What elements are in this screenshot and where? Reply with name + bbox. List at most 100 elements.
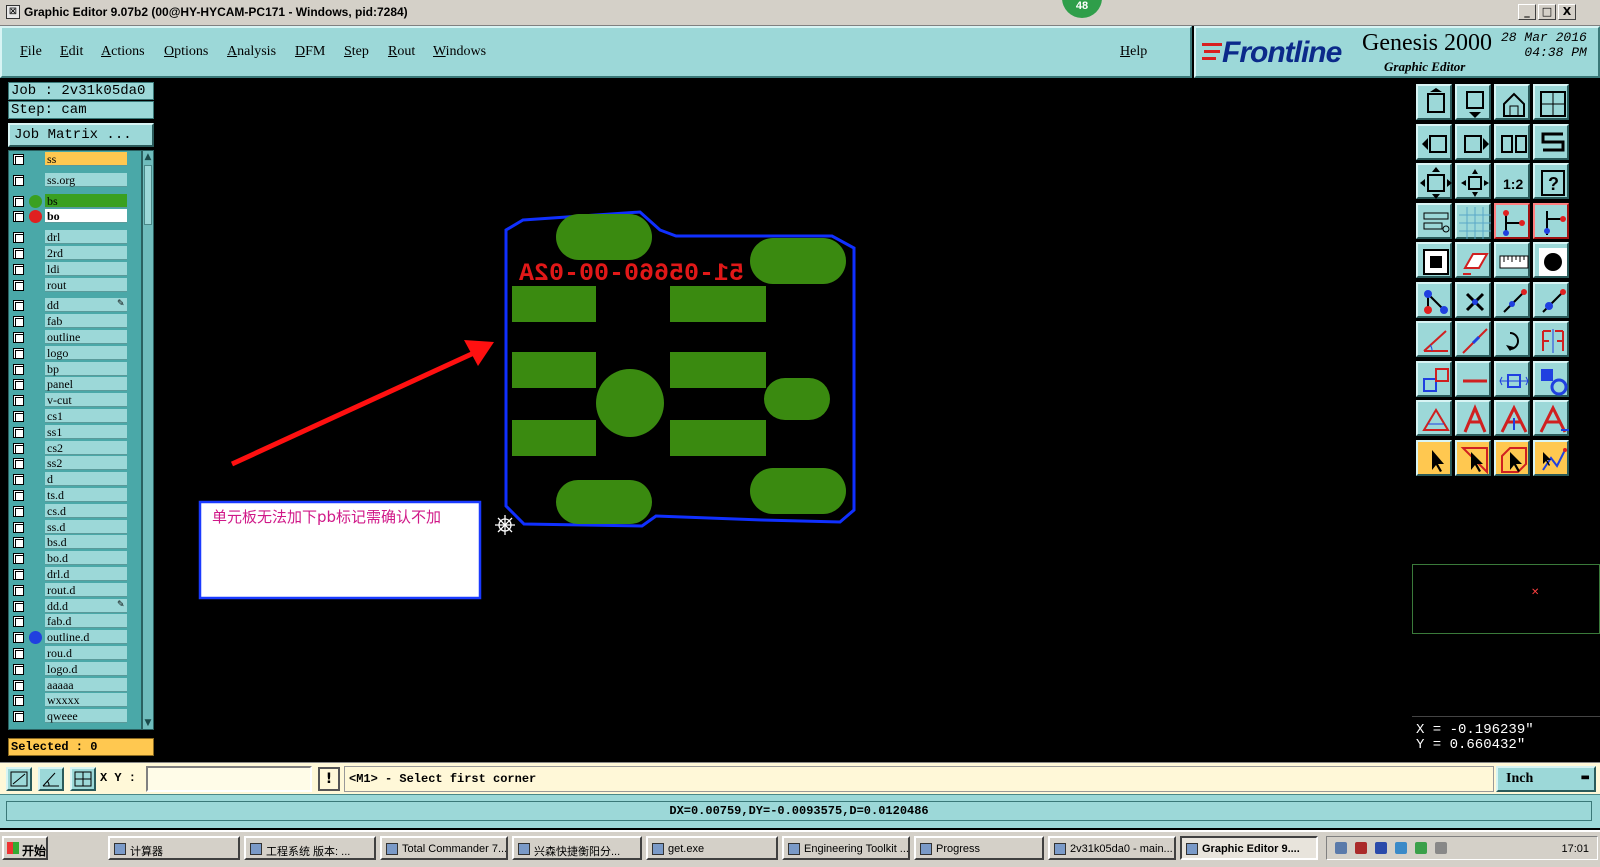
- layer-checkbox[interactable]: [13, 648, 24, 659]
- layer-name[interactable]: outline.d: [45, 630, 127, 645]
- layer-checkbox[interactable]: [13, 458, 24, 470]
- layer-row[interactable]: ss1: [9, 424, 143, 440]
- layer-row[interactable]: panel: [9, 377, 143, 392]
- layer-checkbox[interactable]: [13, 490, 24, 501]
- net-red-icon[interactable]: [1533, 202, 1569, 239]
- menu-rout[interactable]: Rout: [388, 44, 415, 60]
- undo-arc-icon[interactable]: [1494, 321, 1530, 357]
- layer-checkbox[interactable]: [13, 379, 24, 391]
- layer-name[interactable]: ss.d: [45, 519, 127, 534]
- layer-row[interactable]: dd ✎: [9, 298, 143, 313]
- units-selector[interactable]: Inch ▬: [1496, 766, 1596, 792]
- layer-checkbox[interactable]: [13, 442, 24, 454]
- zoom-fit-icon[interactable]: [1494, 123, 1530, 160]
- zoom-box-icon[interactable]: [6, 767, 32, 791]
- layer-checkbox[interactable]: [13, 695, 24, 707]
- layer-row[interactable]: cs1: [9, 409, 143, 424]
- layer-row[interactable]: rout: [9, 277, 143, 293]
- layer-row[interactable]: outline.d: [9, 630, 143, 645]
- layer-name[interactable]: bo: [45, 209, 127, 224]
- layer-row[interactable]: drl.d: [9, 567, 143, 582]
- snap-grid-icon[interactable]: [70, 767, 96, 791]
- layer-checkbox[interactable]: [13, 232, 24, 244]
- overview-minimap[interactable]: ✕: [1412, 564, 1600, 634]
- move-left-icon[interactable]: [1416, 123, 1452, 160]
- layer-row[interactable]: qweee: [9, 709, 143, 724]
- layer-row[interactable]: logo: [9, 345, 143, 361]
- angle-icon[interactable]: [1416, 321, 1452, 357]
- layer-name[interactable]: panel: [45, 377, 127, 392]
- layer-name[interactable]: logo.d: [45, 661, 127, 676]
- grid-icon[interactable]: [1455, 202, 1491, 239]
- step-icon[interactable]: [1533, 123, 1569, 160]
- layer-row[interactable]: 2rd: [9, 246, 143, 261]
- layer-row[interactable]: v-cut: [9, 393, 143, 408]
- taskbar-item[interactable]: Engineering Toolkit ...: [782, 836, 910, 860]
- layer-row[interactable]: wxxxx: [9, 693, 143, 708]
- layer-name[interactable]: rout.d: [45, 582, 127, 597]
- taskbar-item[interactable]: Graphic Editor 9....: [1180, 836, 1318, 860]
- layer-row[interactable]: ss2: [9, 456, 143, 471]
- layer-checkbox[interactable]: [13, 395, 24, 407]
- text-icon[interactable]: [1455, 400, 1491, 436]
- xy-input[interactable]: [146, 766, 312, 792]
- group-icon[interactable]: [1533, 360, 1569, 397]
- ruler-icon[interactable]: [1494, 242, 1530, 278]
- layer-row[interactable]: fab: [9, 314, 143, 329]
- layer-row[interactable]: ts.d: [9, 488, 143, 503]
- resize-icon[interactable]: [1494, 360, 1530, 397]
- measure-icon[interactable]: [38, 767, 64, 791]
- layer-name[interactable]: bp: [45, 361, 127, 376]
- layer-row[interactable]: bo.d: [9, 551, 143, 566]
- select-net-icon[interactable]: [1533, 439, 1569, 476]
- layer-row[interactable]: rout.d: [9, 582, 143, 598]
- layer-name[interactable]: dd.d: [45, 598, 127, 613]
- layer-checkbox[interactable]: [13, 248, 24, 259]
- notification-badge[interactable]: 48: [1062, 0, 1102, 18]
- triangle-icon[interactable]: [1416, 400, 1452, 436]
- layer-name[interactable]: cs2: [45, 440, 127, 455]
- menu-dfm[interactable]: DFM: [295, 44, 325, 60]
- layer-name[interactable]: outline: [45, 330, 127, 344]
- layer-checkbox[interactable]: [13, 154, 24, 165]
- layer-name[interactable]: dd: [45, 298, 127, 313]
- close-button[interactable]: X: [1558, 4, 1576, 20]
- layer-name[interactable]: drl: [45, 230, 127, 245]
- flip-icon[interactable]: [1533, 321, 1569, 357]
- layer-name[interactable]: ss2: [45, 456, 127, 471]
- menu-analysis[interactable]: Analysis: [227, 44, 276, 60]
- minus-icon[interactable]: [1455, 360, 1491, 397]
- menu-help[interactable]: Help: [1120, 44, 1147, 60]
- layer-checkbox[interactable]: [13, 300, 24, 312]
- layer-edit-icon[interactable]: [1455, 242, 1491, 278]
- tray-security-icon[interactable]: [1415, 842, 1427, 854]
- taskbar-item[interactable]: 计算器: [108, 836, 240, 860]
- layer-row[interactable]: d: [9, 472, 143, 487]
- copy-icon[interactable]: [1416, 360, 1452, 397]
- menu-actions[interactable]: Actions: [101, 44, 145, 60]
- layer-checkbox[interactable]: [13, 211, 24, 223]
- window-icon[interactable]: [1533, 84, 1569, 120]
- layer-checkbox[interactable]: [13, 569, 24, 580]
- layer-name[interactable]: cs.d: [45, 503, 127, 518]
- layer-list[interactable]: ss ss.org bs bo drl 2rd ldi rout dd ✎ fab outline lo…: [8, 150, 142, 730]
- start-button[interactable]: 开始: [2, 836, 48, 860]
- layer-checkbox[interactable]: [13, 426, 24, 438]
- layer-row[interactable]: aaaaa: [9, 677, 143, 693]
- layer-name[interactable]: ss: [45, 152, 127, 166]
- layer-checkbox[interactable]: [13, 279, 24, 291]
- layer-row[interactable]: ss.d: [9, 519, 143, 535]
- select-icon[interactable]: [1416, 439, 1452, 476]
- layer-row[interactable]: cs.d: [9, 503, 143, 519]
- layer-name[interactable]: cs1: [45, 409, 127, 423]
- layer-name[interactable]: drl.d: [45, 567, 127, 581]
- layer-row[interactable]: drl: [9, 230, 143, 245]
- layer-name[interactable]: bs: [45, 193, 127, 208]
- taskbar-item[interactable]: 工程系统 版本: ...: [244, 836, 376, 860]
- select-rotate-icon[interactable]: [1494, 439, 1530, 476]
- layer-name[interactable]: qweee: [45, 709, 127, 724]
- layer-row[interactable]: rou.d: [9, 646, 143, 661]
- layer-name[interactable]: bo.d: [45, 551, 127, 566]
- layer-row[interactable]: ss: [9, 152, 143, 167]
- connect-icon[interactable]: [1416, 281, 1452, 318]
